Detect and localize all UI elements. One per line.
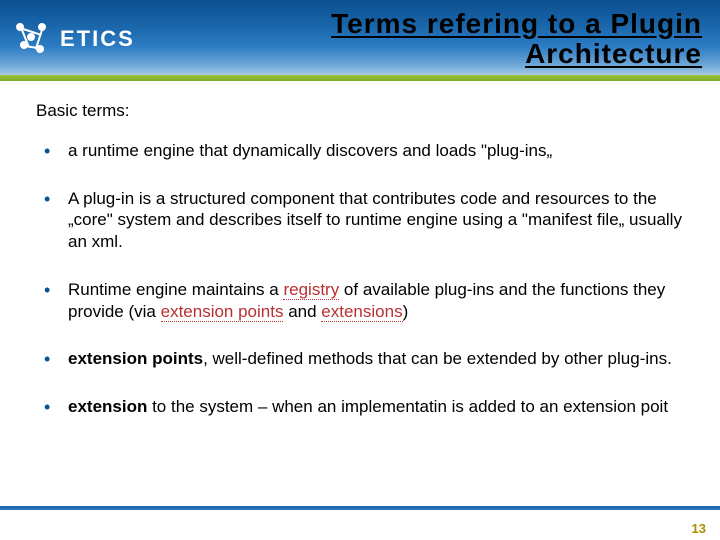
term-registry: registry — [283, 280, 339, 300]
page-number: 13 — [692, 521, 706, 536]
brand-logo: ETICS — [14, 21, 135, 57]
slide-header: ETICS Terms refering to a Plugin Archite… — [0, 0, 720, 78]
bullet-item-3: Runtime engine maintains a registry of a… — [44, 279, 684, 323]
logo-graph-icon — [14, 21, 50, 57]
title-line-1: Terms refering to a Plugin — [331, 8, 702, 39]
bullet-item-2: A plug-in is a structured component that… — [44, 188, 684, 253]
basic-terms-heading: Basic terms: — [36, 100, 684, 122]
slide-body: Basic terms: a runtime engine that dynam… — [0, 78, 720, 418]
slide-title: Terms refering to a Plugin Architecture — [331, 9, 702, 69]
bullet-item-5: extension to the system – when an implem… — [44, 396, 684, 418]
bullet-item-4: extension points, well-defined methods t… — [44, 348, 684, 370]
term-extension-points-def: extension points — [68, 349, 203, 368]
bullet-item-1: a runtime engine that dynamically discov… — [44, 140, 684, 162]
bullet-list: a runtime engine that dynamically discov… — [36, 140, 684, 418]
term-extension-points: extension points — [161, 302, 284, 322]
brand-name: ETICS — [60, 26, 135, 52]
term-extensions: extensions — [321, 302, 402, 322]
title-line-2: Architecture — [525, 38, 702, 69]
term-extension-def: extension — [68, 397, 147, 416]
slide-footer: 13 — [0, 510, 720, 540]
